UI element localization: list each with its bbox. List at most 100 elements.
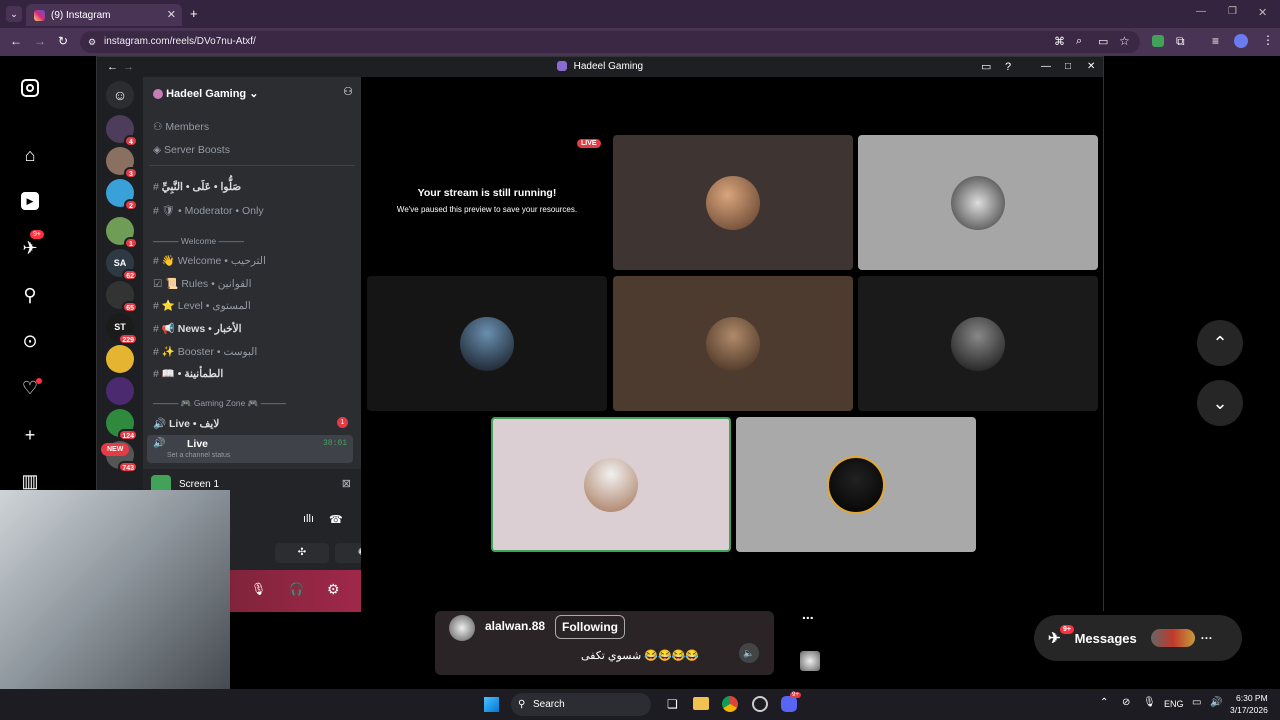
server-icon[interactable]: 65 [106,281,138,313]
discord-home-icon[interactable]: ☺ [106,81,134,109]
reading-list-icon[interactable]: ≡ [1212,34,1219,48]
task-view-icon[interactable]: ❏ [667,697,678,711]
next-reel-button[interactable]: ⌄ [1197,380,1243,426]
previous-reel-button[interactable]: ⌃ [1197,320,1243,366]
reload-icon[interactable]: ↻ [58,34,68,48]
members-link[interactable]: ⚇ Members [153,121,209,133]
restore-window-icon[interactable]: ❐ [1228,6,1237,17]
extensions-icon[interactable]: ⧉ [1176,34,1185,49]
server-icon[interactable] [106,377,134,405]
reels-icon[interactable]: ▶ [18,189,42,213]
audio-waveform-icon[interactable]: ıllı [303,513,314,525]
explore-icon[interactable]: ⊙ [18,329,42,353]
channel-item[interactable]: # 🛡 • Moderator • Only [153,204,264,217]
more-options-icon[interactable]: ... [802,606,814,622]
translate-icon[interactable]: ⌘ [1054,35,1065,48]
server-name[interactable]: Hadeel Gaming ⌄ [153,87,258,100]
server-icon[interactable] [106,345,134,373]
participant-tile[interactable] [367,276,607,411]
create-icon[interactable]: + [18,423,42,447]
soundboard-button[interactable]: ✺ [335,543,361,563]
channel-item[interactable]: # 👋 Welcome • الترحيب [153,254,266,267]
instagram-logo-icon[interactable] [18,76,42,100]
picture-in-picture-video[interactable] [0,490,230,720]
headphones-icon[interactable]: 🎧 [289,582,304,596]
help-icon[interactable]: ? [1005,57,1011,77]
channel-item[interactable]: # صَلُّوا • عَلَى • النَّبِيِّ [153,181,241,193]
discord-forward-icon[interactable]: → [123,57,134,77]
mute-icon[interactable]: 🔈 [739,643,759,663]
channel-item[interactable]: # 📖 • الطمأنينة [153,367,223,380]
site-info-icon[interactable]: ⚙ [88,31,96,53]
category-gaming[interactable]: ——— 🎮 Gaming Zone 🎮 ——— [153,398,286,409]
discord-taskbar-icon[interactable] [781,696,797,712]
close-tab-icon[interactable]: ✕ [167,8,176,21]
language-indicator[interactable]: ENG [1164,699,1184,709]
server-icon[interactable]: 2 [106,179,138,211]
add-member-icon[interactable]: ⚇ [343,85,353,98]
close-window-icon[interactable]: ✕ [1258,6,1267,19]
channel-item[interactable]: # 📢 News • الأخبار [153,322,242,335]
messages-more-icon[interactable]: ··· [1201,631,1213,645]
stop-share-icon[interactable]: ⊠ [342,477,351,490]
tab-list-dropdown-icon[interactable]: ⌄ [6,6,22,22]
minimize-window-icon[interactable]: — [1196,6,1206,17]
zoom-icon[interactable]: ⌕ [1076,35,1082,48]
user-settings-icon[interactable]: ⚙ [327,581,340,598]
clock-time[interactable]: 6:30 PM [1236,693,1268,703]
server-icon[interactable]: 1 [106,217,138,249]
app-icon[interactable] [752,696,768,712]
discord-back-icon[interactable]: ← [107,57,118,77]
participant-tile-speaking[interactable] [491,417,731,552]
channel-item[interactable]: # ⭐ Level • المستوى [153,299,251,312]
participant-tile[interactable] [858,276,1098,411]
new-tab-icon[interactable]: + [190,6,198,21]
discord-minimize-icon[interactable]: — [1041,57,1051,77]
direct-messages-icon[interactable]: ✈ 9+ [18,230,44,260]
server-icon[interactable]: 3 [106,147,138,179]
microphone-tray-icon[interactable]: 🎙 [1143,697,1156,708]
following-button[interactable]: Following [555,615,625,639]
bookmark-star-icon[interactable]: ☆ [1119,34,1130,48]
notifications-heart-icon[interactable]: ♡ [18,376,42,400]
start-icon[interactable] [484,697,499,712]
server-icon[interactable]: ST 229 [106,313,138,345]
extension-shield-icon[interactable] [1152,35,1164,47]
participant-tile[interactable] [858,135,1098,270]
channel-item[interactable]: ☑ 📜 Rules • القوانين [153,277,252,290]
forward-icon[interactable]: → [34,34,46,48]
home-icon[interactable]: ⌂ [18,143,42,167]
messages-button[interactable]: ✈ 9+ Messages ··· [1034,615,1242,661]
channel-item[interactable]: # ✨ Booster • البوست [153,345,257,358]
browser-tab-instagram[interactable]: (9) Instagram ✕ [26,4,182,26]
server-icon[interactable]: SA 62 [106,249,138,281]
inbox-icon[interactable]: ▭ [981,57,991,77]
discord-close-icon[interactable]: ✕ [1087,57,1095,77]
chrome-icon[interactable] [722,696,738,712]
clock-date[interactable]: 3/17/2026 [1230,705,1268,715]
participant-tile[interactable] [613,276,853,411]
server-boosts-link[interactable]: ◈ Server Boosts [153,144,230,156]
tray-chevron-icon[interactable]: ⌃ [1100,697,1108,708]
browser-menu-icon[interactable]: ⋮ [1262,33,1274,47]
back-icon[interactable]: ← [10,34,22,48]
taskbar-search[interactable]: ⚲ Search [511,693,651,716]
server-icon[interactable]: 124 [106,409,138,441]
participant-tile[interactable] [736,417,976,552]
search-icon[interactable]: ⚲ [18,283,42,307]
display-icon[interactable]: ▭ [1192,697,1201,708]
address-bar[interactable]: ⚙ instagram.com/reels/DVo7nu-Atxf/ [80,31,1140,53]
category-welcome[interactable]: ——— Welcome ——— [153,236,244,246]
discord-maximize-icon[interactable]: □ [1065,57,1071,77]
install-app-icon[interactable]: ▭ [1098,35,1108,48]
channel-status-hint[interactable]: Set a channel status [167,452,230,459]
voice-channel-live[interactable]: 🔊 Live • لايف [153,417,219,430]
network-off-icon[interactable]: ⊘ [1122,697,1130,708]
reel-audio-thumbnail[interactable] [800,651,820,671]
participant-tile[interactable] [613,135,853,270]
activities-button[interactable]: ✣ [275,543,329,563]
active-voice-channel[interactable]: 🔊 Live 38:01 Set a channel status [147,435,353,463]
reel-username[interactable]: alalwan.88 [485,619,545,633]
file-explorer-icon[interactable] [693,697,709,710]
server-icon[interactable]: 4 [106,115,138,147]
